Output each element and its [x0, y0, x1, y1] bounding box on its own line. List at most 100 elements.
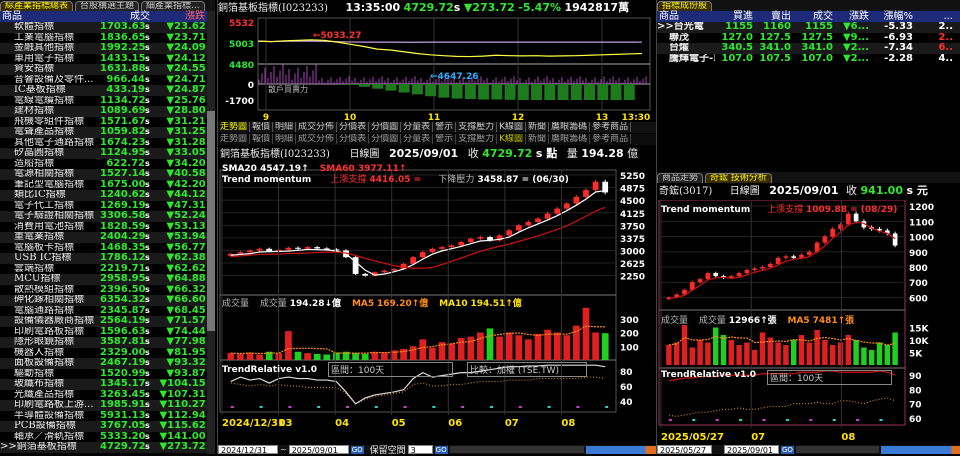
func-tab[interactable]: 分價表	[337, 134, 370, 144]
index-name: 重電業指標	[14, 232, 64, 242]
func-tab[interactable]: 支撐壓力	[456, 122, 498, 132]
func-tab[interactable]: 成交分佈	[296, 134, 338, 144]
intraday-change: ▼273.72	[463, 1, 515, 14]
candle	[583, 190, 589, 197]
func-tab[interactable]: 分量表	[401, 134, 434, 144]
to-date-select[interactable]: 2025/09/01	[288, 445, 349, 455]
chart-toolbar-icons[interactable]	[586, 445, 656, 454]
index-change: 52.24	[174, 210, 206, 221]
index-price: 1786.12	[100, 252, 146, 263]
func-tab[interactable]: 參考商品	[590, 134, 632, 144]
func-tab[interactable]: K線圖	[497, 122, 527, 132]
stock-scrollbar[interactable]	[795, 446, 879, 453]
stock-go-button[interactable]: GO	[781, 445, 794, 454]
func-tab[interactable]: 分量表	[401, 122, 434, 132]
go-button[interactable]: GO	[350, 445, 364, 454]
col-name[interactable]: 商品	[0, 11, 95, 22]
volume-bar	[728, 340, 735, 365]
candle	[822, 236, 828, 243]
func-tab[interactable]: 警示	[433, 134, 457, 144]
tr-compare-select[interactable]: 比較：加權 (TSE.TW)	[467, 362, 587, 377]
tab-stock-tech[interactable]: 奇鋐 技術分析	[705, 173, 772, 183]
func-tab[interactable]: 明細	[273, 122, 297, 132]
candle	[467, 238, 474, 243]
index-row[interactable]: >>銅箔基板指標 4729.72 s ▼273.72	[0, 441, 207, 453]
func-tab[interactable]: 新聞	[526, 134, 550, 144]
down-arrow-icon: ▼	[166, 315, 175, 326]
component-row[interactable]: >>台光電 1155 1160 1155 ▼6... -5.33 2..	[657, 21, 960, 33]
component-cell: 4..	[938, 52, 953, 64]
go-button-2[interactable]: GO	[434, 445, 448, 454]
intraday-chart[interactable]: 5532 5003 4480 0 -1700 ←5033.27 ←4647.26 散戶買賣力 9…	[218, 16, 656, 122]
signal-dot	[518, 406, 522, 408]
signal-dot	[809, 419, 813, 421]
func-tab[interactable]: 報價	[250, 122, 274, 132]
func-tab[interactable]: 警示	[433, 122, 457, 132]
index-name: 筆記型電腦指標	[14, 179, 84, 190]
tr-period-select[interactable]: 區間：100天	[328, 362, 453, 377]
index-name: 砷化鎵相關指標	[14, 295, 84, 305]
tab-theme[interactable]: 台股構選主題	[75, 1, 140, 11]
intraday-header: 銅箔基板指標(I023233) 13:35:00 4729.72s ▼273.7…	[218, 0, 655, 16]
candle	[458, 242, 465, 246]
volume-bar	[884, 345, 891, 365]
tab-stock-trend[interactable]: 商品走勢	[657, 173, 704, 183]
stock-tr-period-select[interactable]: 區間：100天	[767, 370, 892, 385]
func-tab[interactable]: 分價圖	[369, 122, 402, 132]
func-tab[interactable]: 成交分佈	[296, 122, 338, 132]
index-change: 44.12	[174, 189, 206, 200]
func-tab[interactable]: 分價圖	[369, 134, 402, 144]
func-tab[interactable]: 鷹眼籌碼	[549, 134, 591, 144]
candle	[439, 247, 445, 249]
func-tab[interactable]: 走勢圖	[218, 122, 251, 132]
candle	[728, 276, 734, 278]
horizontal-scrollbar[interactable]	[449, 446, 584, 453]
tr-ytick: 80	[909, 386, 922, 396]
index-change: 33.05	[174, 147, 206, 158]
vol-label: 量	[566, 147, 578, 160]
index-name: 設備儀器廠商指標	[14, 316, 94, 326]
tab-industry-summary[interactable]: 綜產業指標總表	[0, 1, 74, 11]
index-name: 電子驗證相關指標	[14, 211, 94, 221]
stock-from-select[interactable]: 2025/05/27	[657, 445, 712, 455]
left-scrollbar[interactable]	[207, 11, 215, 454]
func-tab[interactable]: 報價	[250, 134, 274, 144]
candle	[429, 248, 436, 253]
func-tab[interactable]: K線圖	[497, 134, 527, 144]
daily-period[interactable]: 日線圖	[349, 149, 379, 160]
func-tab[interactable]: 走勢圖	[218, 134, 251, 144]
stock-to-select[interactable]: 2025/09/01	[724, 445, 779, 455]
down-arrow-icon: ▼	[166, 346, 175, 358]
volume-bar	[673, 342, 680, 365]
volume-bar	[294, 351, 302, 360]
index-change: 24.12	[174, 52, 206, 64]
stock-support-label: 上漲支撐	[767, 205, 804, 215]
stock-period[interactable]: 日線圖	[730, 186, 760, 197]
func-tab[interactable]: 鷹眼籌碼	[549, 122, 591, 132]
net-force-bar	[478, 84, 490, 100]
keep-space-input[interactable]: 3	[407, 445, 433, 455]
index-change: 115.62	[167, 420, 206, 431]
from-date-select[interactable]: 2024/12/31	[218, 445, 278, 455]
func-tab[interactable]: 明細	[273, 134, 297, 144]
func-tab[interactable]: 分價表	[337, 122, 370, 132]
candle	[573, 196, 580, 204]
left-tab-bar: 綜產業指標總表 台股構選主題 細產業指標...	[0, 0, 215, 11]
tab-components[interactable]: 指標成份股	[657, 1, 713, 11]
date-xtick: 2025/05/27	[661, 432, 724, 440]
func-tab[interactable]: 參考商品	[590, 122, 632, 132]
func-tab[interactable]: 支撐壓力	[456, 134, 498, 144]
component-row[interactable]: 台燿 340.5 341.0 341.0 ▼2... -7.34 6..	[657, 42, 960, 54]
candle	[736, 273, 742, 277]
index-name: 金融其他指標	[14, 43, 74, 53]
comp-col-0[interactable]: 商品	[657, 11, 715, 22]
index-name: 玻纖布指標	[14, 379, 64, 389]
stock-toolbar-icons[interactable]	[881, 445, 960, 454]
tab-sub-industry[interactable]: 細產業指標...	[141, 1, 205, 11]
component-row[interactable]: 騰輝電子-KY 107.0 107.5 107.0 ▼2... -2.28 4..	[657, 52, 960, 65]
trend-momentum-label: Trend momentum	[222, 175, 312, 185]
func-tab[interactable]: 新聞	[526, 122, 550, 132]
index-change: 24.87	[174, 84, 206, 95]
signal-dot	[317, 406, 321, 408]
price-ytick: 2250	[620, 273, 645, 283]
